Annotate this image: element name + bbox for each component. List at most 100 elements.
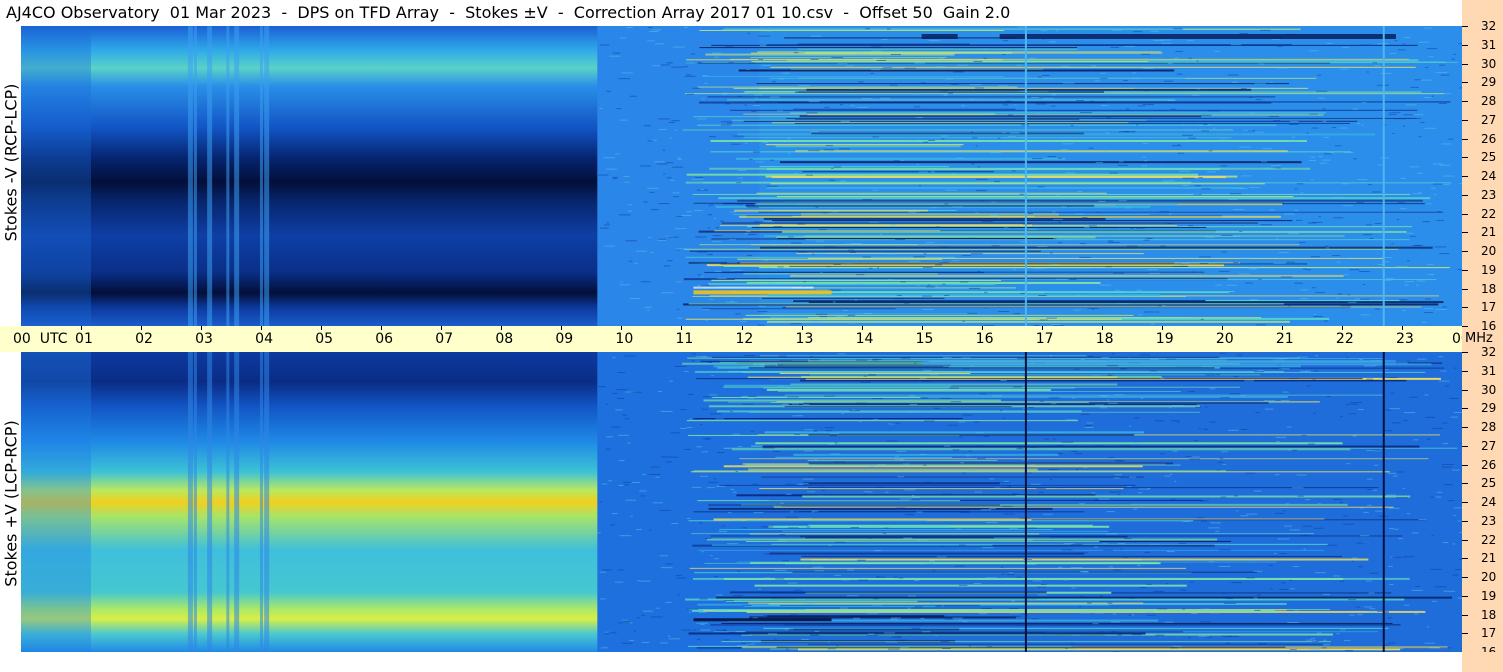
noise-speck (1183, 129, 1195, 131)
noise-speck (666, 177, 672, 179)
interference-line (710, 139, 1307, 142)
noise-speck (784, 628, 794, 630)
noise-speck (1310, 256, 1320, 258)
interference-line (777, 390, 1181, 392)
noise-speck (980, 509, 992, 511)
noise-speck (835, 541, 846, 543)
noise-speck (1322, 159, 1331, 161)
noise-speck (835, 316, 845, 318)
noise-speck (705, 537, 712, 539)
noise-speck (925, 242, 935, 244)
noise-speck (722, 629, 727, 631)
noise-speck (959, 436, 963, 438)
interference-line (743, 273, 938, 275)
noise-speck (1042, 74, 1050, 76)
noise-speck (618, 484, 624, 486)
noise-speck (803, 429, 814, 431)
noise-speck (1287, 449, 1294, 451)
noise-speck (1147, 487, 1151, 489)
noise-speck (1036, 633, 1042, 635)
noise-speck (680, 629, 691, 631)
noise-speck (603, 157, 616, 159)
interference-line (769, 648, 1076, 650)
noise-speck (1027, 527, 1037, 529)
noise-speck (642, 610, 653, 612)
noise-speck (1270, 82, 1273, 84)
noise-speck (704, 82, 708, 84)
noise-speck (941, 605, 944, 607)
noise-speck (981, 608, 992, 610)
noise-speck (902, 399, 910, 401)
noise-speck (1172, 258, 1175, 260)
noise-speck (1106, 117, 1112, 119)
noise-speck (863, 493, 867, 495)
noise-speck (856, 274, 865, 276)
noise-speck (1285, 503, 1290, 505)
noise-speck (700, 623, 705, 625)
noise-speck (1258, 63, 1265, 65)
dawn-fade (21, 352, 91, 652)
noise-speck (893, 576, 898, 578)
noise-speck (900, 498, 912, 500)
noise-speck (1112, 29, 1123, 31)
noise-speck (787, 582, 798, 584)
noise-speck (747, 32, 750, 34)
noise-speck (682, 66, 689, 68)
noise-speck (844, 243, 855, 245)
noise-speck (1246, 513, 1258, 515)
noise-speck (766, 30, 772, 32)
interference-line (738, 69, 1175, 72)
noise-speck (674, 228, 687, 230)
interference-line (708, 282, 996, 285)
noise-speck (1062, 82, 1075, 84)
noise-speck (598, 386, 606, 388)
noise-speck (1210, 522, 1221, 524)
interference-line (708, 507, 1053, 510)
noise-speck (806, 112, 818, 114)
noise-speck (956, 528, 961, 530)
noise-speck (872, 136, 880, 138)
noise-speck (1263, 400, 1276, 402)
noise-speck (1273, 262, 1286, 264)
noise-speck (1037, 76, 1042, 78)
noise-speck (809, 634, 820, 636)
noise-speck (1035, 103, 1047, 105)
noise-speck (986, 522, 998, 524)
vertical-interference-line (1382, 26, 1385, 326)
freq-tick (1462, 558, 1468, 560)
noise-speck (1039, 319, 1048, 321)
noise-speck (1433, 194, 1437, 196)
noise-speck (849, 410, 860, 412)
noise-speck (1423, 97, 1433, 99)
noise-speck (725, 103, 731, 105)
noise-speck (640, 165, 651, 167)
noise-speck (862, 256, 871, 258)
noise-speck (1022, 223, 1032, 225)
interference-line (770, 401, 1089, 403)
noise-speck (1386, 494, 1396, 496)
noise-speck (806, 526, 811, 528)
noise-speck (1078, 218, 1083, 220)
noise-speck (715, 610, 728, 612)
noise-speck (684, 448, 692, 450)
noise-speck (1062, 143, 1074, 145)
noise-speck (1114, 289, 1121, 291)
noise-speck (1361, 102, 1367, 104)
noise-speck (1240, 428, 1248, 430)
noise-speck (991, 578, 1003, 580)
noise-speck (870, 46, 881, 48)
noise-speck (1256, 594, 1261, 596)
noise-speck (707, 254, 713, 256)
noise-speck (692, 87, 701, 89)
noise-speck (1101, 235, 1114, 237)
vertical-band (187, 26, 193, 326)
interference-line (684, 598, 1405, 601)
noise-speck (1149, 543, 1160, 545)
noise-speck (1293, 609, 1299, 611)
noise-speck (1388, 507, 1400, 509)
noise-speck (1342, 47, 1349, 49)
noise-speck (1277, 538, 1290, 540)
noise-speck (666, 162, 674, 164)
interference-line (719, 484, 1136, 486)
noise-speck (1019, 193, 1025, 195)
